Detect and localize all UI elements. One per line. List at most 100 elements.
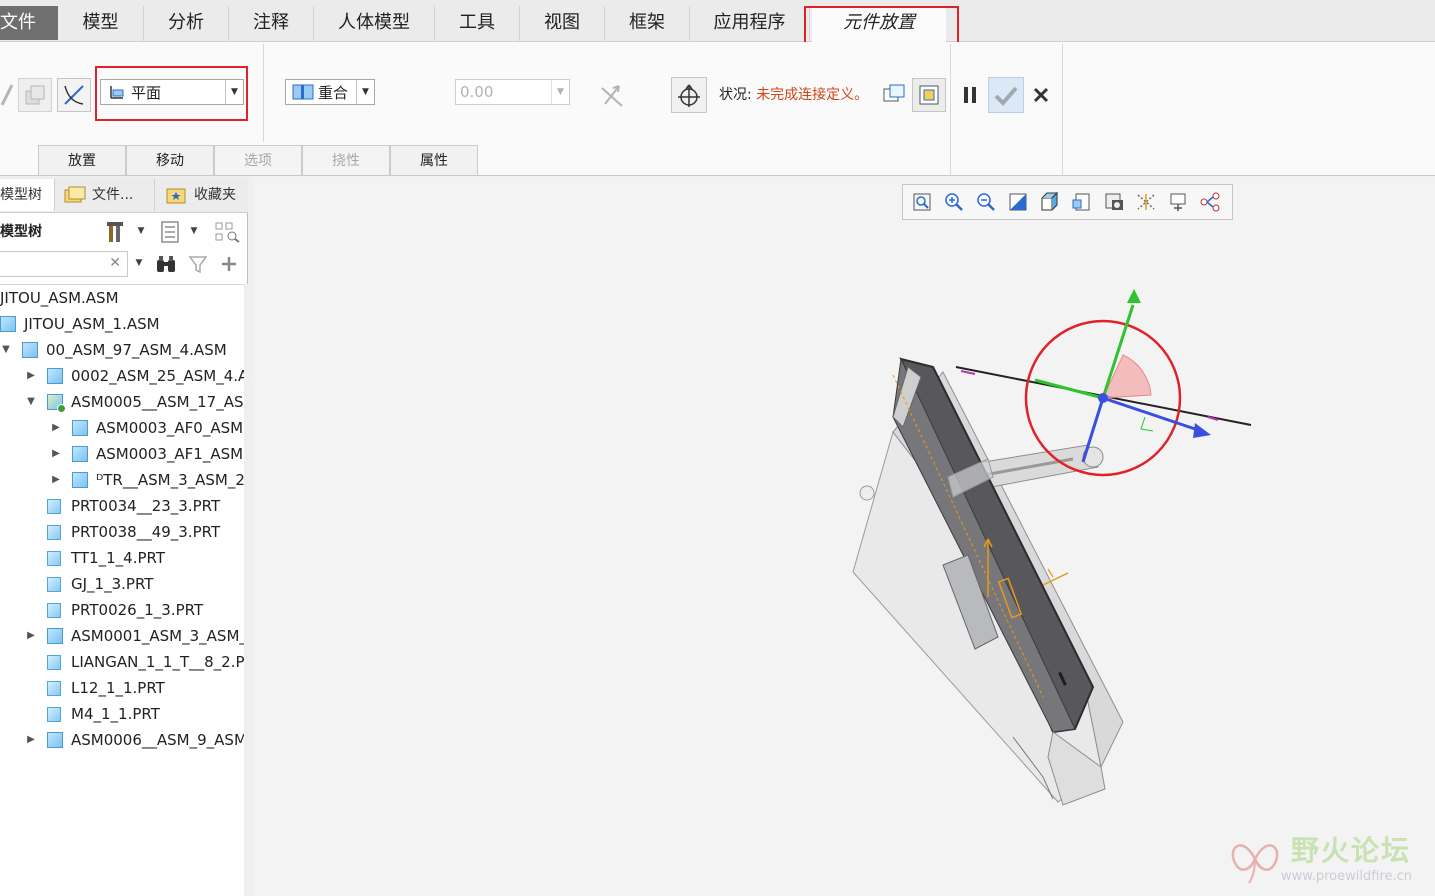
chevron-down-icon[interactable]: ▼: [187, 223, 201, 239]
tree-item[interactable]: TT1_1_4.PRT: [25, 545, 165, 571]
expand-arrow-icon[interactable]: ▶: [25, 727, 37, 753]
watermark-url: www.proewildfire.cn: [1281, 869, 1412, 884]
refit-zoom-icon[interactable]: [909, 189, 935, 215]
move-component-icon[interactable]: [671, 77, 707, 113]
assembly-window-icon[interactable]: [912, 78, 946, 112]
assembly-3d-model[interactable]: [253, 177, 1435, 896]
part-icon: [47, 680, 61, 696]
menu-tab-file[interactable]: 文件: [0, 6, 58, 40]
tree-item[interactable]: GJ_1_3.PRT: [25, 571, 153, 597]
tree-item[interactable]: ▼ ASM0005__ASM_17_AS: [25, 389, 244, 415]
menu-tab-analysis[interactable]: 分析: [144, 6, 229, 42]
subtab-flexibility[interactable]: 挠性: [302, 145, 390, 175]
assembly-icon: [72, 472, 88, 488]
tree-item-label: PRT0038__49_3.PRT: [71, 523, 221, 541]
offset-value-input[interactable]: 0.00 ▼: [455, 79, 570, 105]
annotation-display-icon[interactable]: [1197, 189, 1223, 215]
cancel-close-icon[interactable]: [1029, 80, 1053, 110]
show-columns-icon[interactable]: [157, 219, 183, 245]
panel-tab-model-tree[interactable]: 模型树: [0, 179, 55, 211]
separate-window-icon[interactable]: [880, 80, 908, 108]
highlight-box-constraint-type: [95, 66, 248, 121]
tree-item[interactable]: PRT0038__49_3.PRT: [25, 519, 220, 545]
tree-item[interactable]: L12_1_1.PRT: [25, 675, 165, 701]
collapse-arrow-icon[interactable]: ▼: [0, 337, 12, 363]
tree-item[interactable]: ▶ ASM0003_AF1_ASM: [50, 441, 243, 467]
part-icon: [47, 550, 61, 566]
ok-checkmark-icon[interactable]: [988, 77, 1024, 113]
placement-mode-select[interactable]: 重合 ▼: [285, 79, 375, 105]
chevron-down-icon[interactable]: ▼: [132, 255, 146, 271]
tree-search-input[interactable]: ✕: [0, 251, 128, 277]
zoom-in-icon[interactable]: [941, 189, 967, 215]
tree-item[interactable]: JITOU_ASM.ASM: [0, 285, 119, 311]
repaint-icon[interactable]: [1005, 189, 1031, 215]
tree-item-label: PRT0026_1_3.PRT: [71, 601, 204, 619]
datum-display-icon[interactable]: [1133, 189, 1159, 215]
tree-item-label: L12_1_1.PRT: [71, 679, 165, 697]
tree-settings-icon[interactable]: [104, 219, 130, 245]
tree-item[interactable]: LIANGAN_1_1_T__8_2.PI: [25, 649, 249, 675]
tree-item[interactable]: JITOU_ASM_1.ASM: [0, 311, 160, 337]
menu-tab-tools[interactable]: 工具: [435, 6, 520, 42]
tree-item[interactable]: ▶ ASM0001_ASM_3_ASM_: [25, 623, 247, 649]
chevron-down-icon[interactable]: ▼: [551, 80, 569, 104]
assembly-icon: [22, 342, 38, 358]
tree-item[interactable]: M4_1_1.PRT: [25, 701, 160, 727]
tree-filter-display-icon[interactable]: [213, 219, 241, 245]
collapse-arrow-icon[interactable]: ▼: [25, 389, 37, 415]
part-icon: [47, 602, 61, 618]
tree-scrollbar[interactable]: [244, 284, 248, 896]
graphics-viewport[interactable]: 野火论坛 www.proewildfire.cn: [253, 177, 1435, 896]
watermark-logo: 野火论坛 www.proewildfire.cn: [1225, 827, 1431, 892]
ribbon-separator: [950, 44, 951, 176]
subtab-options[interactable]: 选项: [214, 145, 302, 175]
panel-tab-favorites[interactable]: 收藏夹: [156, 179, 248, 211]
subtab-properties[interactable]: 属性: [390, 145, 478, 175]
tree-item[interactable]: ▶ ASM0006__ASM_9_ASM: [25, 727, 247, 753]
display-style-icon[interactable]: [1037, 189, 1063, 215]
flip-constraint-icon[interactable]: [595, 78, 629, 112]
tree-item[interactable]: ▶ ᴰTR__ASM_3_ASM_2: [50, 467, 245, 493]
panel-tab-files[interactable]: 文件...: [56, 179, 155, 211]
menu-tab-model[interactable]: 模型: [58, 6, 144, 42]
add-plus-icon[interactable]: [218, 252, 240, 276]
expand-arrow-icon[interactable]: ▶: [25, 623, 37, 649]
assembly-icon: [47, 628, 63, 644]
chevron-down-icon[interactable]: ▼: [134, 223, 148, 239]
tree-item[interactable]: ▼ 00_ASM_97_ASM_4.ASM: [0, 337, 227, 363]
tree-item[interactable]: ▶ 0002_ASM_25_ASM_4.A: [25, 363, 248, 389]
menu-tab-human-model[interactable]: 人体模型: [314, 6, 435, 42]
folder-icon: [64, 185, 86, 205]
menu-tab-annotate[interactable]: 注释: [229, 6, 314, 42]
filter-funnel-icon[interactable]: [186, 252, 210, 276]
expand-arrow-icon[interactable]: ▶: [50, 441, 62, 467]
assembly-icon: [72, 420, 88, 436]
spin-center-icon[interactable]: [1165, 189, 1191, 215]
binoculars-search-icon[interactable]: [154, 252, 178, 276]
menu-tab-view[interactable]: 视图: [520, 6, 605, 42]
view-manager-icon[interactable]: [1101, 189, 1127, 215]
menu-tab-frame[interactable]: 框架: [605, 6, 690, 42]
menu-tab-applications[interactable]: 应用程序: [690, 6, 810, 42]
tree-item[interactable]: PRT0034__23_3.PRT: [25, 493, 220, 519]
favorites-folder-icon: [166, 186, 186, 204]
subtab-move[interactable]: 移动: [126, 145, 214, 175]
chevron-down-icon[interactable]: ▼: [356, 80, 374, 104]
clear-search-icon[interactable]: ✕: [109, 255, 121, 271]
assembly-icon: [47, 394, 66, 413]
expand-arrow-icon[interactable]: ▶: [25, 363, 37, 389]
user-defined-icon[interactable]: [0, 78, 14, 110]
subtab-placement[interactable]: 放置: [38, 145, 126, 175]
tree-item[interactable]: PRT0026_1_3.PRT: [25, 597, 203, 623]
tree-item[interactable]: ▶ ASM0003_AF0_ASM: [50, 415, 243, 441]
constraint-set-icon[interactable]: [18, 78, 52, 112]
part-icon: [47, 524, 61, 540]
expand-arrow-icon[interactable]: ▶: [50, 415, 62, 441]
placement-constraint-icon[interactable]: [57, 78, 91, 112]
saved-orientations-icon[interactable]: [1069, 189, 1095, 215]
expand-arrow-icon[interactable]: ▶: [50, 467, 62, 493]
zoom-out-icon[interactable]: [973, 189, 999, 215]
pause-icon[interactable]: [957, 80, 983, 110]
model-tree-header: 模型树: [0, 224, 42, 240]
